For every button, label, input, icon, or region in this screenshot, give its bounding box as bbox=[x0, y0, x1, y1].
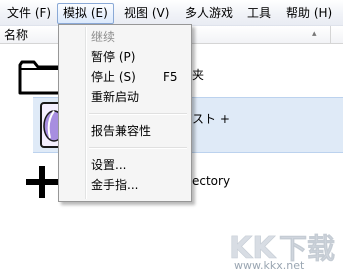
menu-item-label: 停止 (S) bbox=[91, 70, 136, 84]
menu-item-stop[interactable]: 停止 (S) F5 bbox=[61, 67, 189, 87]
column-divider bbox=[330, 26, 331, 43]
menu-multiplayer[interactable]: 多人游戏 bbox=[180, 4, 238, 23]
menu-item-report-compatibility[interactable]: 报告兼容性 bbox=[61, 121, 189, 141]
menu-item-label: 重新启动 bbox=[91, 90, 140, 104]
menu-view[interactable]: 视图 (V) bbox=[119, 4, 174, 23]
watermark-url: www.kkx.net bbox=[234, 259, 305, 272]
menu-item-settings[interactable]: 设置... bbox=[61, 155, 189, 175]
menu-item-label: 暂停 (P) bbox=[91, 50, 136, 64]
emulation-dropdown-menu: 继续 暂停 (P) 停止 (S) F5 重新启动 报告兼容性 设置... 金手指… bbox=[58, 24, 192, 202]
menu-item-label: 设置... bbox=[91, 158, 127, 172]
menu-item-restart[interactable]: 重新启动 bbox=[61, 87, 189, 107]
menu-emulation[interactable]: 模拟 (E) bbox=[57, 3, 114, 24]
list-item-label: ectory bbox=[192, 174, 231, 188]
menu-item-label: 报告兼容性 bbox=[91, 124, 152, 138]
menu-help[interactable]: 帮助 (H) bbox=[281, 4, 337, 23]
menu-item-pause[interactable]: 暂停 (P) bbox=[61, 47, 189, 67]
menu-bar: 文件 (F) 模拟 (E) 视图 (V) 多人游戏 工具 帮助 (H) bbox=[0, 0, 343, 26]
menu-item-cheats[interactable]: 金手指... bbox=[61, 175, 189, 195]
list-item-label: 夹 bbox=[192, 68, 205, 82]
menu-item-resume: 继续 bbox=[61, 27, 189, 47]
menu-separator bbox=[89, 113, 187, 115]
menu-item-label: 继续 bbox=[91, 30, 116, 44]
column-name-label[interactable]: 名称 bbox=[4, 27, 28, 43]
plus-icon bbox=[26, 166, 58, 198]
menu-item-label: 金手指... bbox=[91, 178, 139, 192]
menu-file[interactable]: 文件 (F) bbox=[2, 4, 56, 23]
menu-separator bbox=[89, 147, 187, 149]
menu-item-shortcut: F5 bbox=[163, 70, 178, 84]
list-item-label: スト + bbox=[192, 112, 230, 126]
sort-indicator-icon: ▴ bbox=[312, 29, 317, 39]
menu-tools[interactable]: 工具 bbox=[242, 4, 276, 23]
